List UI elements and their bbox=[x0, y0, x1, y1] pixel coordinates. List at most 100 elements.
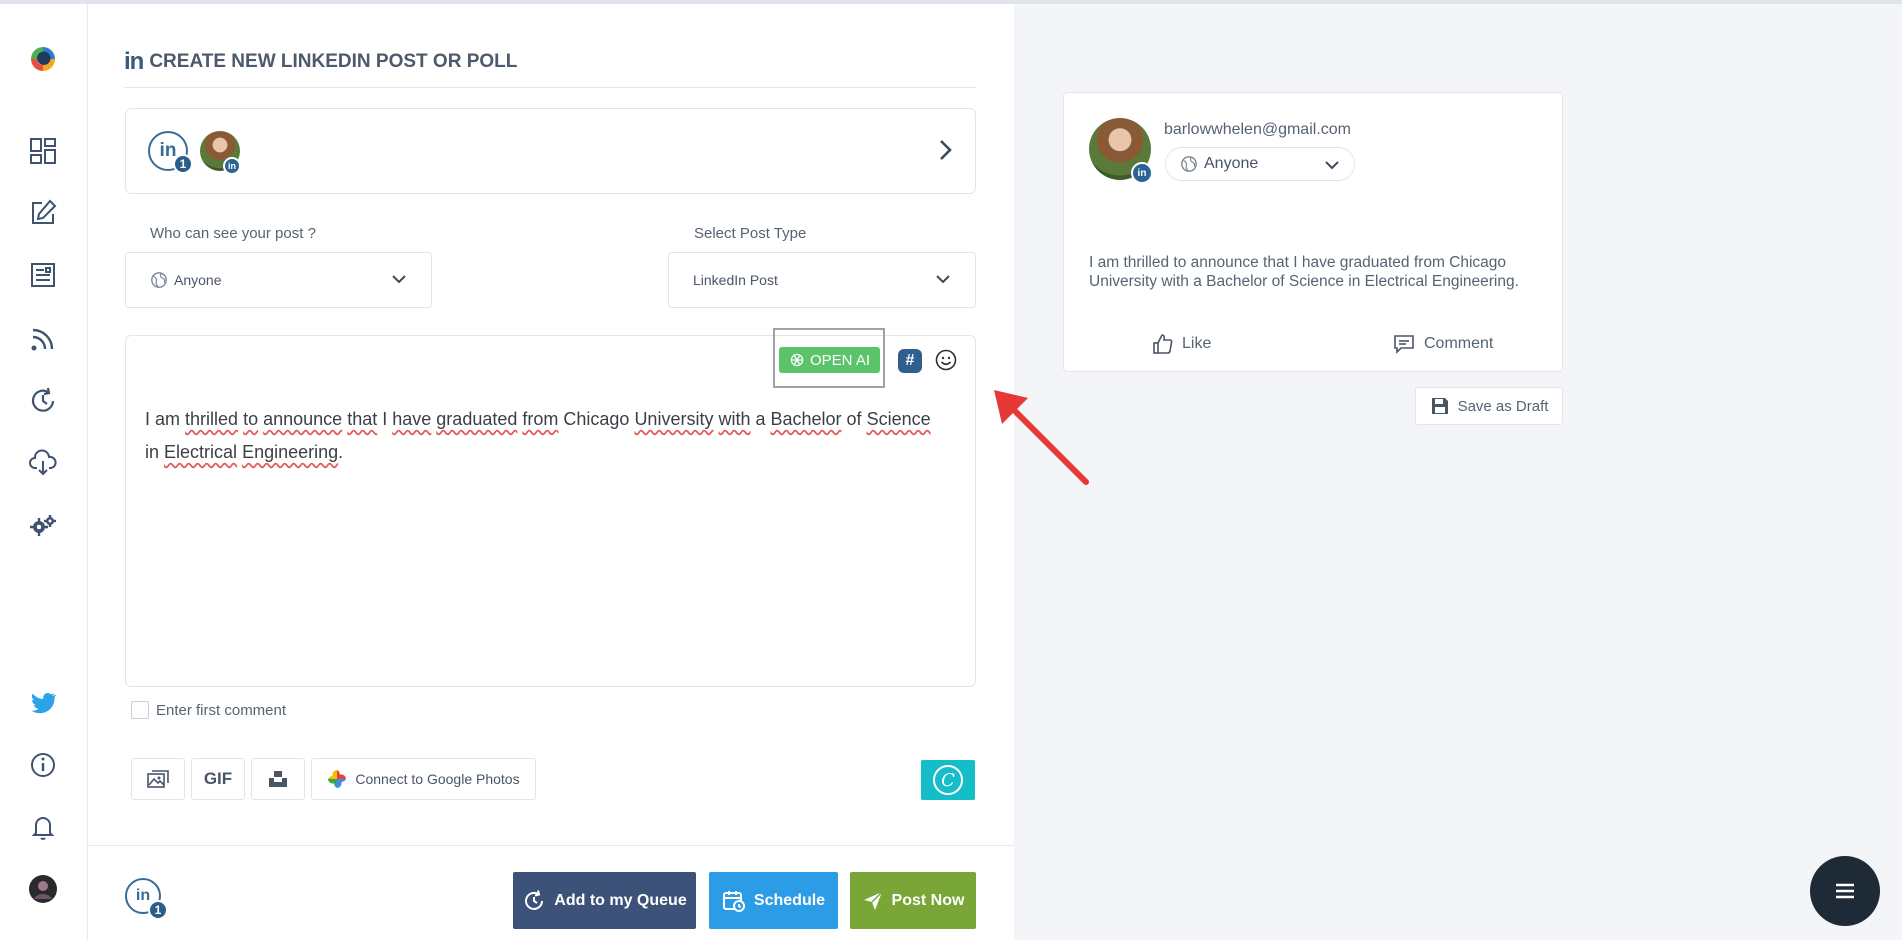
page-title: in CREATE NEW LINKEDIN POST OR POLL bbox=[124, 48, 517, 76]
add-to-queue-button[interactable]: Add to my Queue bbox=[513, 872, 696, 929]
add-to-queue-label: Add to my Queue bbox=[554, 891, 687, 909]
preview-post-text: I am thrilled to announce that I have gr… bbox=[1089, 254, 1519, 290]
first-comment-label: Enter first comment bbox=[156, 702, 287, 719]
save-as-draft-label: Save as Draft bbox=[1457, 397, 1549, 415]
visibility-value: Anyone bbox=[174, 272, 222, 288]
misspelled-word: from bbox=[522, 409, 559, 429]
post-type-value: LinkedIn Post bbox=[693, 272, 778, 288]
comment-button[interactable]: Comment bbox=[1392, 333, 1493, 355]
dashboard-icon[interactable] bbox=[24, 132, 62, 170]
post-text-segment: Chicago bbox=[558, 409, 635, 429]
save-floppy-icon bbox=[1431, 398, 1448, 414]
rss-feed-icon[interactable] bbox=[24, 320, 62, 358]
image-gallery-icon bbox=[147, 770, 169, 788]
chevron-down-icon bbox=[1325, 161, 1339, 170]
settings-gears-icon[interactable] bbox=[24, 507, 62, 545]
preview-visibility-select[interactable]: Anyone bbox=[1165, 147, 1355, 181]
linkedin-footer-label: in bbox=[135, 887, 151, 904]
linkedin-badge-icon: in bbox=[223, 157, 241, 175]
misspelled-word: graduated bbox=[436, 409, 518, 429]
left-sidebar bbox=[0, 4, 88, 940]
info-icon[interactable] bbox=[24, 746, 62, 784]
post-text-segment: a bbox=[750, 409, 771, 429]
google-photos-button[interactable]: Connect to Google Photos bbox=[311, 758, 536, 800]
misspelled-word: Science bbox=[866, 409, 931, 429]
hamburger-menu-icon bbox=[1836, 883, 1854, 899]
post-type-label: Select Post Type bbox=[694, 225, 807, 242]
google-photos-icon bbox=[328, 770, 347, 788]
globe-icon bbox=[1181, 156, 1197, 172]
account-selector[interactable]: in 1 in bbox=[125, 108, 976, 194]
hashtag-label: # bbox=[905, 352, 915, 369]
schedule-button[interactable]: Schedule bbox=[709, 872, 838, 929]
post-type-select[interactable]: LinkedIn Post bbox=[668, 252, 976, 308]
user-avatar[interactable] bbox=[24, 870, 62, 908]
misspelled-word: that bbox=[347, 409, 378, 429]
preview-linkedin-badge-icon: in bbox=[1131, 162, 1153, 184]
like-button[interactable]: Like bbox=[1152, 333, 1211, 355]
thumbs-up-icon bbox=[1153, 334, 1173, 354]
openai-logo-icon bbox=[790, 353, 804, 367]
like-label: Like bbox=[1182, 335, 1212, 352]
post-text-segment: . bbox=[338, 442, 344, 462]
misspelled-word: Electrical bbox=[164, 442, 238, 462]
comment-icon bbox=[1394, 335, 1414, 354]
gif-label: GIF bbox=[203, 769, 233, 788]
unsplash-icon bbox=[269, 771, 287, 787]
globe-icon bbox=[151, 272, 167, 288]
image-upload-button[interactable] bbox=[131, 758, 185, 800]
post-text-segment: I bbox=[377, 409, 393, 429]
save-as-draft-button[interactable]: Save as Draft bbox=[1415, 387, 1563, 425]
compose-icon[interactable] bbox=[24, 194, 62, 232]
posts-list-icon[interactable] bbox=[24, 256, 62, 294]
first-comment-checkbox[interactable] bbox=[131, 701, 149, 719]
visibility-select[interactable]: Anyone bbox=[125, 252, 432, 308]
post-text-segment: of bbox=[841, 409, 867, 429]
recycle-schedule-icon[interactable] bbox=[24, 382, 62, 420]
google-photos-label: Connect to Google Photos bbox=[355, 771, 520, 787]
hashtag-button[interactable]: # bbox=[898, 349, 922, 373]
chevron-down-icon bbox=[392, 275, 406, 284]
schedule-label: Schedule bbox=[753, 891, 826, 909]
openai-button[interactable]: OPEN AI bbox=[779, 347, 880, 373]
menu-fab-button[interactable] bbox=[1810, 856, 1880, 926]
visibility-label: Who can see your post ? bbox=[150, 225, 316, 242]
account-count-badge: 1 bbox=[173, 154, 193, 174]
preview-visibility-value: Anyone bbox=[1204, 155, 1259, 172]
misspelled-word: announce bbox=[263, 409, 343, 429]
preview-email: barlowwhelen@gmail.com bbox=[1164, 121, 1351, 138]
app-logo-icon[interactable] bbox=[24, 40, 62, 78]
emoji-icon[interactable] bbox=[934, 348, 958, 372]
misspelled-word: Bachelor bbox=[770, 409, 842, 429]
linkedin-logo-icon: in bbox=[124, 48, 144, 75]
send-icon bbox=[863, 890, 883, 910]
post-now-label: Post Now bbox=[891, 891, 965, 909]
post-text-content[interactable]: I am thrilled to announce that I have gr… bbox=[145, 403, 945, 469]
footer-divider bbox=[88, 845, 1014, 846]
misspelled-word: University bbox=[634, 409, 714, 429]
annotation-arrow bbox=[994, 390, 1089, 485]
canva-button[interactable]: C bbox=[921, 760, 975, 800]
post-composer: in CREATE NEW LINKEDIN POST OR POLL in 1… bbox=[88, 4, 1089, 940]
misspelled-word: with bbox=[718, 409, 751, 429]
chevron-right-icon[interactable] bbox=[938, 139, 954, 161]
queue-cycle-icon bbox=[525, 889, 544, 910]
misspelled-word: to bbox=[243, 409, 259, 429]
canva-logo-icon: C bbox=[933, 765, 963, 795]
unsplash-button[interactable] bbox=[251, 758, 305, 800]
misspelled-word: have bbox=[392, 409, 432, 429]
gif-button[interactable]: GIF bbox=[191, 758, 245, 800]
comment-label: Comment bbox=[1424, 335, 1494, 352]
twitter-icon[interactable] bbox=[24, 683, 62, 721]
title-divider bbox=[124, 87, 976, 88]
misspelled-word: thrilled bbox=[185, 409, 239, 429]
page-title-text: CREATE NEW LINKEDIN POST OR POLL bbox=[149, 51, 518, 72]
post-now-button[interactable]: Post Now bbox=[850, 872, 976, 929]
misspelled-word: Engineering bbox=[242, 442, 339, 462]
post-text-segment: in bbox=[145, 442, 165, 462]
post-text-segment: I am bbox=[145, 409, 186, 429]
openai-button-label: OPEN AI bbox=[809, 351, 871, 369]
notifications-bell-icon[interactable] bbox=[24, 808, 62, 846]
cloud-download-icon[interactable] bbox=[24, 444, 62, 482]
calendar-clock-icon bbox=[722, 890, 745, 912]
